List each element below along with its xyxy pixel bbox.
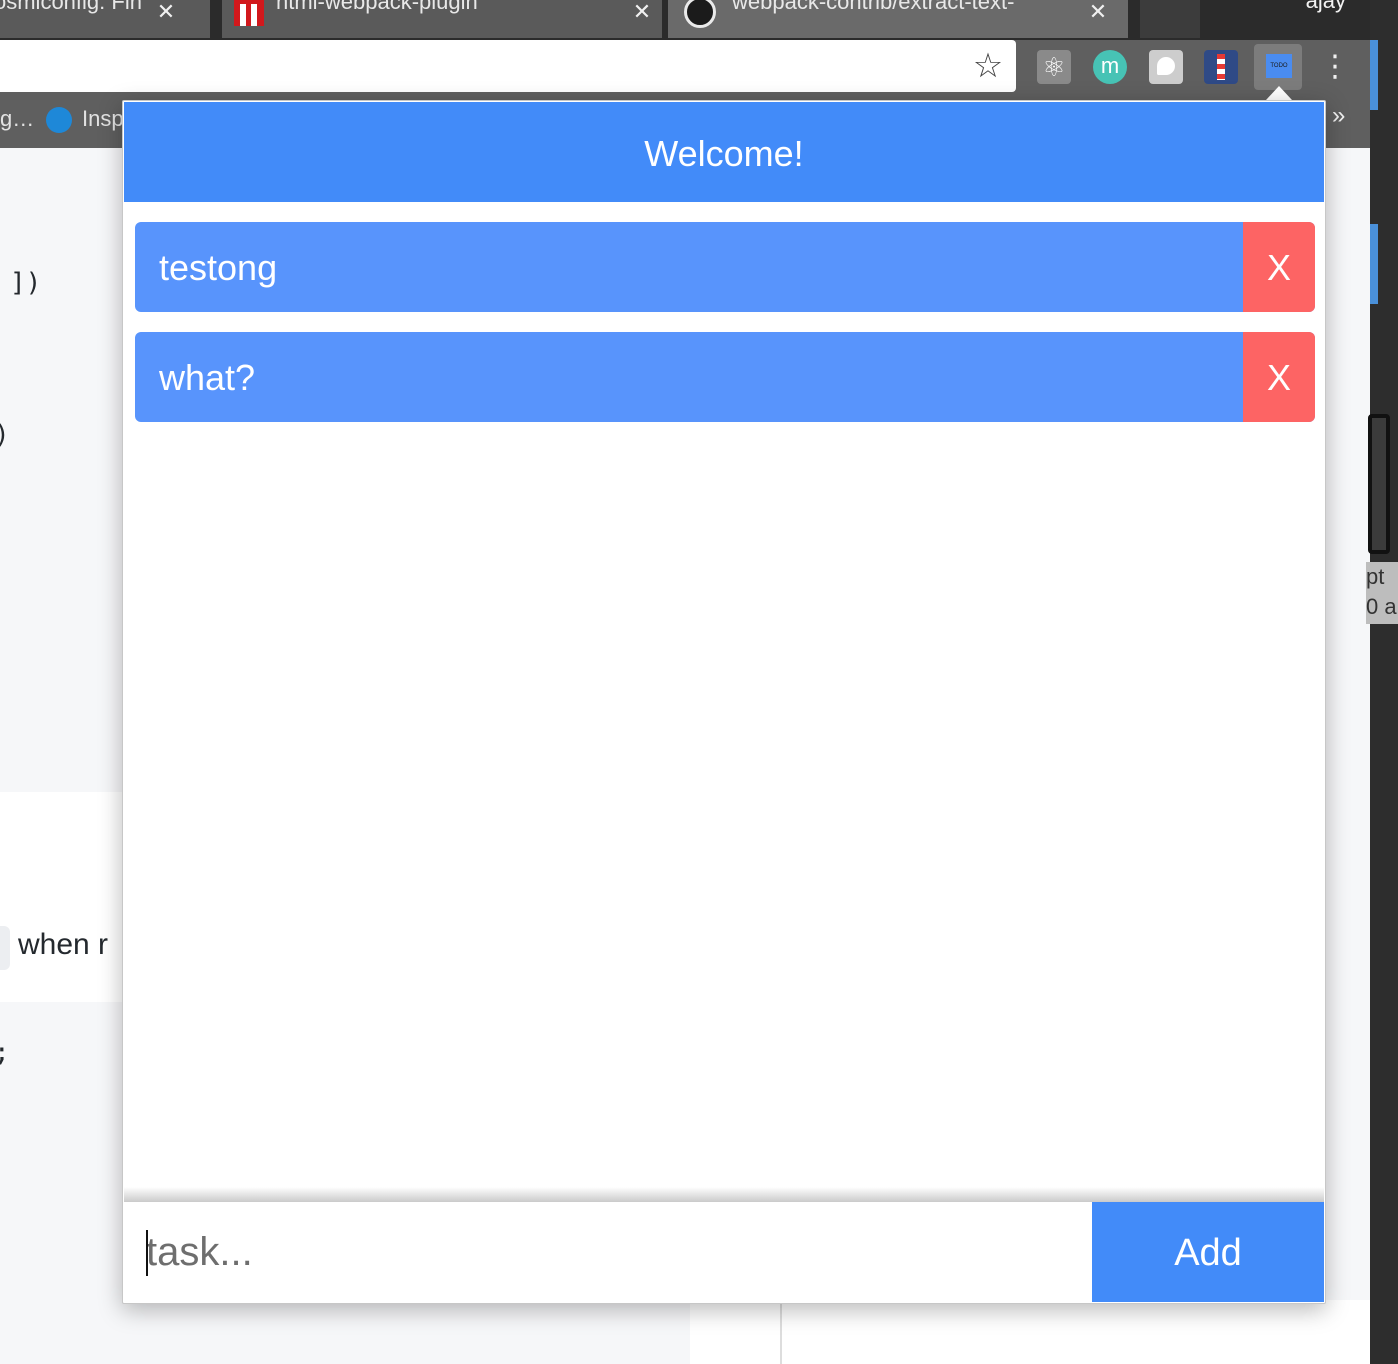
npm-favicon-icon (234, 0, 264, 26)
tab-label: html-webpack-plugin (276, 0, 478, 14)
footer-shadow (124, 1187, 1324, 1203)
add-button[interactable]: Add (1092, 1202, 1324, 1302)
todo-extension-icon: TODO (1266, 54, 1292, 78)
todo-popup: Welcome! testong X what? X Add (122, 100, 1326, 1304)
tab-strip: osmiconfig: Fin ✕ html-webpack-plugin ✕ … (0, 0, 1398, 40)
delete-task-button[interactable]: X (1243, 332, 1315, 422)
tab-label: webpack-contrib/extract-text- (732, 0, 1015, 14)
tab-extract-text[interactable]: webpack-contrib/extract-text- ✕ (668, 0, 1128, 38)
delete-task-button[interactable]: X (1243, 222, 1315, 312)
task-item: testong X (135, 222, 1315, 312)
menu-icon[interactable]: ⋮ (1320, 48, 1350, 86)
bookmark-item-inspect[interactable]: Insp (82, 106, 124, 132)
content-block (0, 792, 125, 1002)
extension-gray-icon[interactable] (1149, 50, 1183, 84)
todo-extension-button[interactable]: TODO (1254, 44, 1302, 90)
browser-toolbar: ☆ ⚛ m TODO ⋮ (0, 40, 1370, 94)
close-icon[interactable]: ✕ (154, 0, 178, 24)
side-window-edge (1370, 0, 1398, 1364)
side-text: pt 0 a (1366, 562, 1398, 624)
tab-cosmiconfig[interactable]: osmiconfig: Fin ✕ (0, 0, 210, 38)
task-label: what? (159, 357, 256, 398)
popup-arrow (1266, 86, 1292, 100)
bookmark-star-icon[interactable]: ☆ (970, 48, 1006, 84)
add-task-form: Add (124, 1202, 1324, 1302)
github-favicon-icon (684, 0, 716, 28)
tab-label: osmiconfig: Fin (0, 0, 142, 14)
popup-title: Welcome! (124, 102, 1324, 202)
drop-icon (46, 107, 72, 133)
task-item: what? X (135, 332, 1315, 422)
profile-name[interactable]: ajay (1306, 0, 1346, 14)
text-caret (146, 1230, 148, 1276)
bookmark-item[interactable]: g… (0, 106, 34, 132)
code-fragment: ) (0, 420, 10, 450)
code-chip (0, 926, 10, 970)
bookmarks-overflow-icon[interactable]: » (1332, 102, 1345, 130)
divider (780, 1300, 782, 1364)
code-fragment: ; (0, 1038, 10, 1068)
side-accent (1370, 224, 1378, 304)
task-label: testong (159, 247, 278, 288)
side-accent (1370, 40, 1378, 110)
close-icon[interactable]: ✕ (630, 0, 654, 24)
react-devtools-icon[interactable]: ⚛ (1037, 50, 1071, 84)
extension-m-icon[interactable]: m (1093, 50, 1127, 84)
lighthouse-icon[interactable] (1204, 50, 1238, 84)
content-block (690, 1300, 1370, 1364)
close-icon[interactable]: ✕ (1086, 0, 1110, 24)
new-tab-button[interactable] (1140, 0, 1200, 38)
code-fragment: ]) (10, 268, 42, 298)
task-input[interactable] (124, 1202, 1092, 1302)
tab-html-webpack-plugin[interactable]: html-webpack-plugin ✕ (222, 0, 662, 38)
side-box (1368, 414, 1390, 554)
page-text: when r (18, 928, 109, 961)
address-bar[interactable]: ☆ (0, 40, 1016, 92)
